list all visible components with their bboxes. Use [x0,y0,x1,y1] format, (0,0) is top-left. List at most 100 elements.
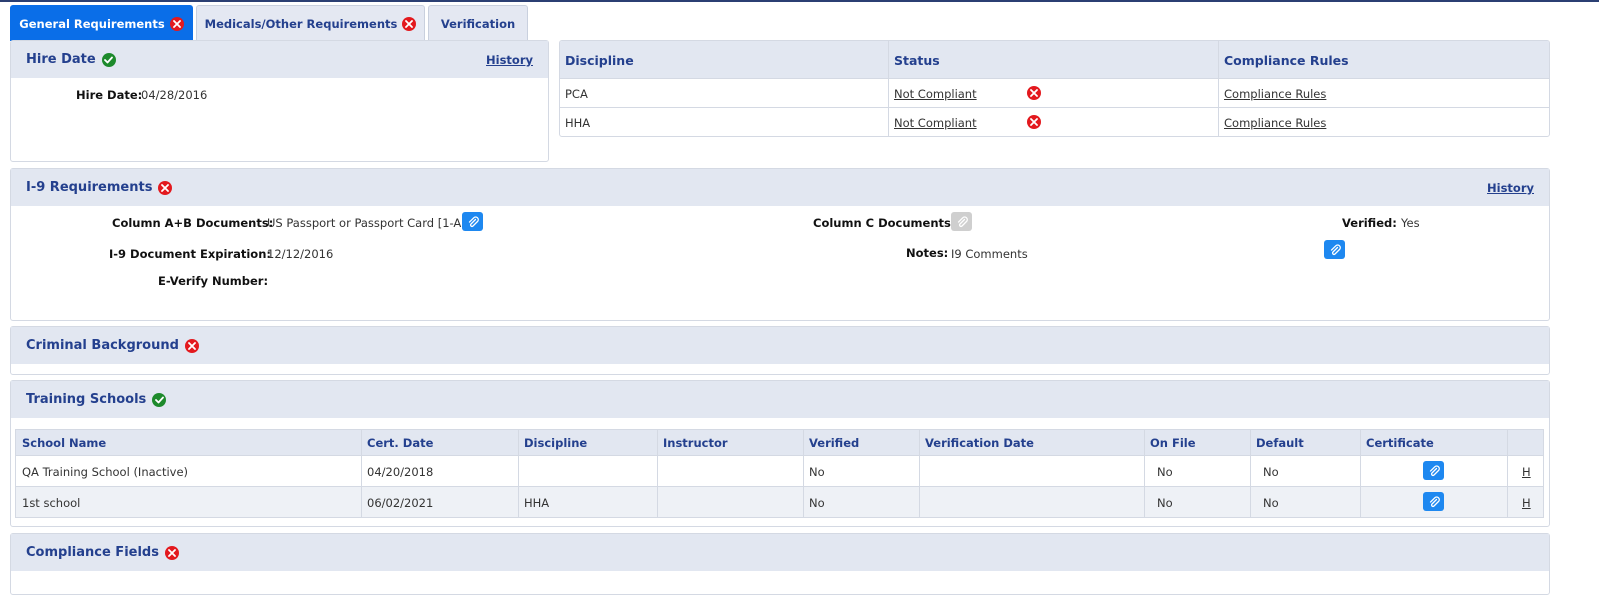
discipline-status-table: Discipline Status Compliance Rules PCA N… [559,40,1550,137]
status-link[interactable]: Not Compliant [894,87,977,101]
column-divider [518,430,519,517]
column-header-discipline: Discipline [524,436,588,450]
row-history-link[interactable]: H [1522,496,1531,510]
row-history-link[interactable]: H [1522,465,1531,479]
panel-title: Criminal Background [26,338,179,353]
column-header-default: Default [1256,436,1304,450]
verified-cell: No [809,496,825,510]
error-icon [184,338,199,353]
tab-label: Medicals/Other Requirements [204,16,398,31]
column-divider [1507,430,1508,517]
default-cell: No [1263,496,1279,510]
column-divider [1144,430,1145,517]
e-verify-label: E-Verify Number: [158,274,269,288]
tab-medicals-other-requirements[interactable]: Medicals/Other Requirements [196,5,425,41]
verified-cell: No [809,465,825,479]
discipline-cell: PCA [565,87,588,101]
column-ab-attachment-button[interactable] [462,212,483,231]
i9-requirements-panel: I-9 Requirements History Column A+B Docu… [10,168,1550,321]
i9-header: I-9 Requirements [11,169,1549,206]
table-row: PCA Not Compliant Compliance Rules [560,78,1549,107]
verified-label: Verified: [1342,216,1397,230]
notes-value: I9 Comments [951,247,1028,261]
column-c-label: Column C Documents: [813,216,956,230]
column-header-cert-date: Cert. Date [367,436,434,450]
table-row: HHA Not Compliant Compliance Rules [560,107,1549,136]
column-divider [1218,41,1219,136]
compliance-fields-panel: Compliance Fields [10,533,1550,595]
paperclip-icon [1429,464,1440,476]
cert-date-cell: 06/02/2021 [367,496,434,510]
certificate-attachment-button[interactable] [1423,461,1444,480]
discipline-cell: HHA [565,116,591,130]
default-cell: No [1263,465,1279,479]
column-divider [1360,430,1361,517]
column-divider [803,430,804,517]
discipline-cell: HHA [524,496,550,510]
column-divider [361,430,362,517]
hire-date-history-link[interactable]: History [486,53,533,67]
column-header-school-name: School Name [22,436,107,450]
column-header-instructor: Instructor [663,436,728,450]
error-icon [164,545,179,560]
hire-date-header: Hire Date [11,41,548,78]
error-icon [158,180,173,195]
notes-label: Notes: [906,246,949,260]
compliance-rules-link[interactable]: Compliance Rules [1224,116,1326,130]
panel-title: Hire Date [26,52,96,67]
paperclip-icon [1330,243,1341,255]
column-ab-label: Column A+B Documents: [112,216,274,230]
tab-label: General Requirements [19,16,165,31]
on-file-cell: No [1157,465,1173,479]
table-header: Discipline Status Compliance Rules [560,41,1549,78]
column-header-on-file: On File [1150,436,1196,450]
panel-title: Compliance Fields [26,545,159,560]
training-schools-table: School Name Cert. Date Discipline Instru… [15,429,1544,518]
column-header-verification-date: Verification Date [925,436,1034,450]
panel-title: Training Schools [26,392,147,407]
cert-date-cell: 04/20/2018 [367,465,434,479]
notes-attachment-button[interactable] [1324,240,1345,259]
hire-date-label: Hire Date: [76,88,143,102]
column-divider [657,430,658,517]
on-file-cell: No [1157,496,1173,510]
verified-value: Yes [1401,216,1420,230]
column-header-verified: Verified [809,436,860,450]
column-divider [919,430,920,517]
status-link[interactable]: Not Compliant [894,116,977,130]
tab-label: Verification [440,16,516,31]
school-name-cell: 1st school [22,496,81,510]
error-icon [1027,86,1041,100]
hire-date-panel: Hire Date History Hire Date: 04/28/2016 [10,40,549,162]
tab-verification[interactable]: Verification [428,5,528,41]
criminal-background-header: Criminal Background [11,327,1549,364]
column-header-discipline: Discipline [565,53,634,68]
i9-history-link[interactable]: History [1487,181,1534,195]
table-header: School Name Cert. Date Discipline Instru… [16,430,1543,455]
table-row: 1st school 06/02/2021 HHA No No No H [16,486,1543,517]
certificate-attachment-button[interactable] [1423,492,1444,511]
paperclip-icon [957,215,968,227]
table-row: QA Training School (Inactive) 04/20/2018… [16,455,1543,486]
paperclip-icon [1429,495,1440,507]
training-schools-header: Training Schools [11,381,1549,418]
check-icon [152,392,167,407]
i9-expiration-label: I-9 Document Expiration: [109,247,271,261]
panel-title: I-9 Requirements [26,180,153,195]
error-icon [1027,115,1041,129]
column-divider [1250,430,1251,517]
error-icon [402,16,417,31]
hire-date-value: 04/28/2016 [141,88,208,102]
error-icon [169,16,184,31]
check-icon [101,52,116,67]
compliance-fields-header: Compliance Fields [11,534,1549,571]
top-border [0,0,1599,2]
column-header-certificate: Certificate [1366,436,1434,450]
column-header-status: Status [894,53,940,68]
criminal-background-panel: Criminal Background [10,326,1550,375]
column-header-compliance-rules: Compliance Rules [1224,53,1349,68]
school-name-cell: QA Training School (Inactive) [22,465,189,479]
tab-general-requirements[interactable]: General Requirements [10,5,193,41]
column-c-attachment-button[interactable] [951,212,972,231]
compliance-rules-link[interactable]: Compliance Rules [1224,87,1326,101]
